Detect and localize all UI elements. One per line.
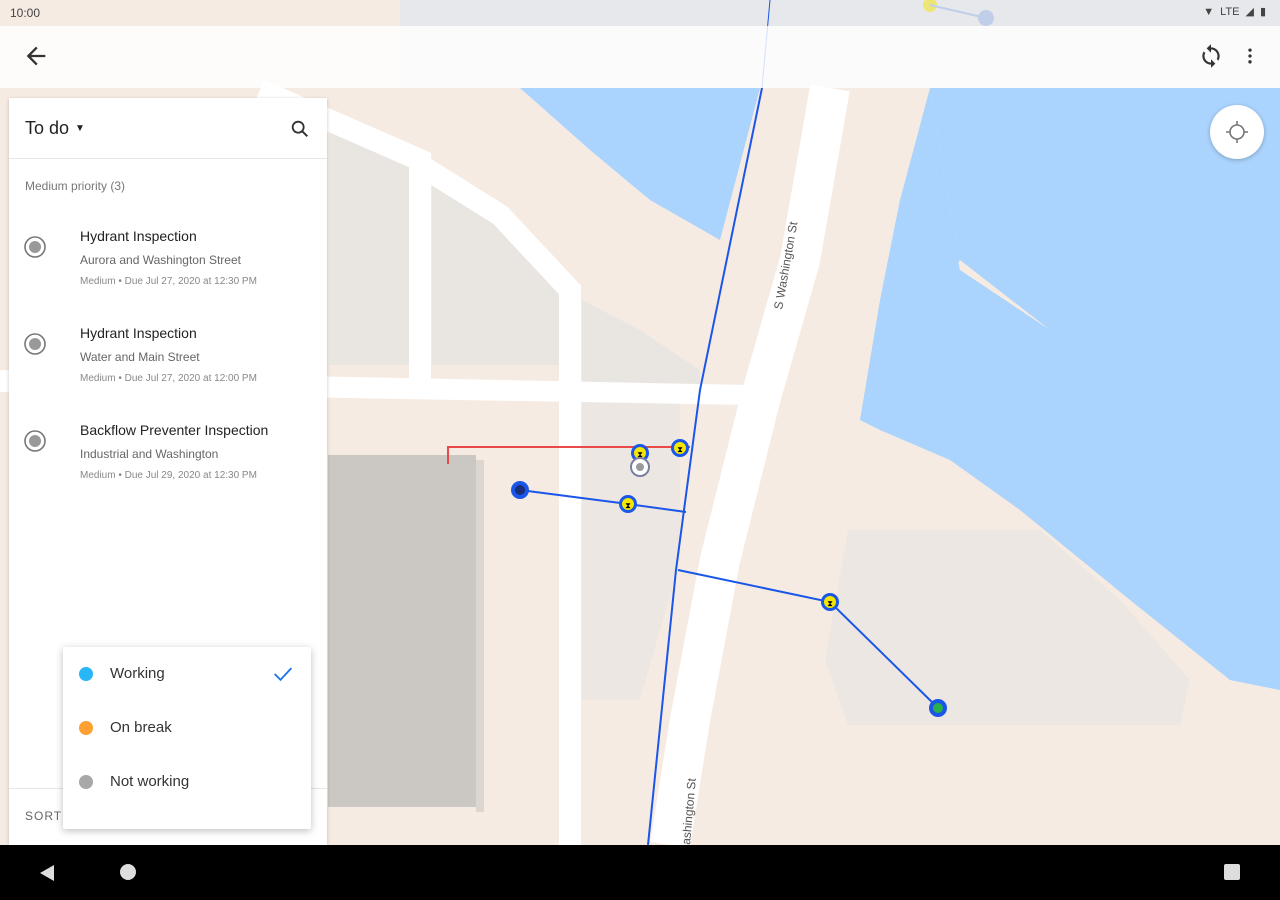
task-title: Hydrant Inspection [80,325,197,341]
status-option-label: On break [110,719,172,736]
not-working-dot-icon [79,775,93,789]
task-address: Industrial and Washington [80,447,219,461]
more-vert-icon[interactable] [1240,43,1260,69]
map-building [328,455,476,807]
wifi-icon: ▼ [1203,5,1215,18]
svg-text:⧗: ⧗ [827,599,833,608]
filter-dropdown[interactable]: To do ▼ [25,118,85,139]
task-address: Aurora and Washington Street [80,253,241,267]
check-icon [274,667,293,682]
status-bar: 10:00 ▼ LTE ◢ ▮ [0,0,1280,26]
task-item[interactable]: Backflow Preventer Inspection Industrial… [9,391,327,488]
signal-icon: ◢ [1245,6,1254,18]
locate-button[interactable] [1210,105,1264,159]
network-type: LTE [1220,5,1240,18]
status-option-not-working[interactable]: Not working [63,755,311,809]
valve-marker[interactable] [929,699,947,717]
system-nav-bar [0,845,1280,900]
svg-text:⧗: ⧗ [677,445,683,454]
panel-header: To do ▼ [9,98,327,159]
caret-down-icon: ▼ [75,123,85,134]
arrow-left-icon[interactable] [22,42,50,70]
on-break-dot-icon [79,721,93,735]
nav-back-icon[interactable] [38,863,56,883]
work-status-menu: Working On break Not working [63,647,311,829]
hydrant-marker[interactable]: ⧗ [671,439,689,457]
status-option-label: Not working [110,773,190,790]
task-title: Hydrant Inspection [80,228,197,244]
radio-icon[interactable] [24,333,46,355]
radio-icon[interactable] [24,236,46,258]
task-address: Water and Main Street [80,350,200,364]
section-header: Medium priority (3) [25,179,126,193]
hydrant-marker[interactable]: ⧗ [619,495,637,513]
app-bar [0,26,1280,88]
crosshair-icon [1226,121,1248,143]
svg-text:⧗: ⧗ [625,501,631,510]
search-icon[interactable] [289,118,311,140]
nav-home-icon[interactable] [119,863,137,881]
status-time: 10:00 [10,6,41,20]
sync-icon[interactable] [1198,43,1224,69]
task-meta: Medium • Due Jul 27, 2020 at 12:00 PM [80,373,257,384]
sort-label: SORT [25,809,63,823]
task-item[interactable]: Hydrant Inspection Aurora and Washington… [9,197,327,294]
working-dot-icon [79,667,93,681]
status-option-label: Working [110,665,165,682]
battery-icon: ▮ [1259,6,1266,18]
task-title: Backflow Preventer Inspection [80,422,269,438]
task-meta: Medium • Due Jul 27, 2020 at 12:30 PM [80,276,257,287]
selected-location-marker[interactable] [630,457,650,477]
hydrant-marker[interactable]: ⧗ [821,593,839,611]
status-option-on-break[interactable]: On break [63,701,311,755]
task-item[interactable]: Hydrant Inspection Water and Main Street… [9,294,327,391]
map-building-shadow [476,460,484,812]
radio-icon[interactable] [24,430,46,452]
task-meta: Medium • Due Jul 29, 2020 at 12:30 PM [80,470,257,481]
filter-label: To do [25,118,70,138]
nav-recents-icon[interactable] [1223,863,1241,881]
valve-marker[interactable] [511,481,529,499]
status-option-working[interactable]: Working [63,647,311,701]
